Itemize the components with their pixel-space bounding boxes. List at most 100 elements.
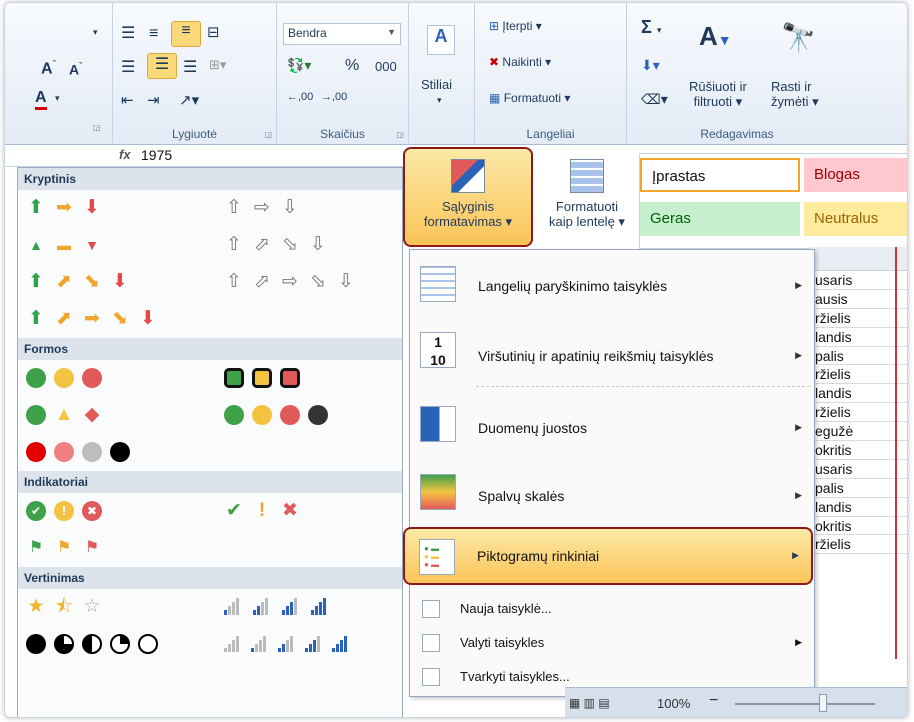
format-button[interactable]: ▦ Formatuoti ▾	[489, 91, 570, 105]
3-triangles[interactable]: ▲ ▬ ▼	[26, 235, 102, 255]
yellow-light-icon	[252, 368, 272, 388]
clear-icon[interactable]: ⌫▾	[641, 91, 668, 108]
table-row[interactable]: ržielis	[809, 403, 907, 423]
3-traffic-lights[interactable]	[26, 368, 102, 388]
align-middle-icon[interactable]: ≡	[149, 25, 158, 43]
menu-clear-rules[interactable]: Valyti taisykles ▶	[410, 630, 814, 656]
menu-data-bars[interactable]: Duomenų juostos ▶	[410, 400, 814, 456]
percent-button[interactable]: %	[345, 57, 359, 75]
menu-icon-sets[interactable]: ● ▬ ● ▬ ● ▬ Piktogramų rinkiniai ▶	[403, 527, 813, 585]
3-arrows-colored[interactable]: ⬆ ➡ ⬇	[26, 198, 102, 218]
conditional-formatting-icon	[451, 159, 485, 193]
3-arrows-gray[interactable]: ⇧ ⇨ ⇩	[224, 198, 300, 218]
table-row[interactable]: palis	[809, 347, 907, 366]
table-row[interactable]: okritis	[809, 441, 907, 460]
signal-1-icon	[224, 597, 239, 615]
format-as-table-button[interactable]: Formatuoti kaip lentelę ▾	[537, 153, 637, 245]
formula-bar[interactable]: fx 1975	[5, 145, 403, 167]
find-select-label-2: žymėti	[771, 94, 809, 109]
align-left-icon[interactable]: ☰	[121, 57, 135, 77]
launcher-icon[interactable]: ◲	[93, 123, 101, 132]
font-color-button[interactable]: A	[35, 89, 47, 110]
table-row[interactable]: landis	[809, 384, 907, 404]
table-row[interactable]: okritis	[809, 517, 907, 536]
column-header[interactable]	[809, 247, 907, 271]
find-select-button[interactable]: Rasti ir žymėti ▾	[771, 79, 819, 110]
align-center-icon[interactable]: ☰	[147, 53, 177, 79]
4-ratings[interactable]	[224, 597, 326, 615]
chevron-down-icon[interactable]: ▾	[93, 27, 98, 38]
style-normal[interactable]: Įprastas	[640, 158, 800, 192]
status-bar: ▦ ▥ ▤ 100% −	[565, 687, 907, 717]
fill-icon[interactable]: ⬇▾	[641, 57, 660, 74]
5-arrows-colored[interactable]: ⬆ ⬈ ➡ ⬊ ⬇	[26, 309, 158, 329]
chevron-right-icon: ▶	[795, 490, 802, 500]
number-group: Bendra ▼ 💱▾ % 000 ←,00 →,00 Skaičius ◲	[277, 3, 409, 143]
3-traffic-lights-rimmed[interactable]	[224, 368, 300, 388]
3-stars[interactable]: ★ ⯪ ☆	[26, 597, 102, 617]
wrap-text-icon[interactable]: ⊟	[207, 23, 220, 41]
styles-button[interactable]: Stiliai	[421, 77, 452, 92]
5-quarters[interactable]	[26, 634, 158, 654]
red-to-black[interactable]	[26, 442, 130, 462]
decrease-indent-icon[interactable]: ⇤	[121, 91, 134, 109]
orientation-icon[interactable]: ↗▾	[179, 91, 199, 109]
shrink-font-button[interactable]: Aˇ	[69, 61, 82, 78]
delete-button[interactable]: ✖ Naikinti ▾	[489, 55, 551, 69]
increase-indent-icon[interactable]: ⇥	[147, 91, 160, 109]
increase-decimal-button[interactable]: ←,00	[287, 91, 313, 103]
icon-set-row: ▲ ▬ ▼ ⇧ ⬀ ⬂ ⇩	[18, 227, 402, 264]
red-circle-icon	[280, 405, 300, 425]
align-top-icon[interactable]: ☰	[121, 23, 135, 43]
merge-icon[interactable]: ⊞▾	[209, 57, 226, 73]
sort-filter-button[interactable]: Rūšiuoti ir filtruoti ▾	[689, 79, 747, 110]
zoom-slider[interactable]	[735, 703, 875, 705]
comma-button[interactable]: 000	[375, 59, 397, 74]
align-right-icon[interactable]: ☰	[183, 57, 197, 77]
menu-new-rule[interactable]: Nauja taisyklė...	[410, 596, 814, 622]
4-arrows-colored[interactable]: ⬆ ⬈ ⬊ ⬇	[26, 272, 130, 292]
insert-button[interactable]: ⊞ Įterpti ▾	[489, 19, 542, 33]
table-row[interactable]: ausis	[809, 290, 907, 309]
table-row[interactable]: usaris	[809, 460, 907, 479]
table-row[interactable]: ržielis	[809, 309, 907, 328]
view-buttons[interactable]: ▦ ▥ ▤	[569, 696, 610, 710]
menu-highlight-rules[interactable]: Langelių paryškinimo taisyklės ▶	[410, 262, 814, 310]
zoom-slider-knob[interactable]	[819, 694, 827, 712]
menu-color-scales[interactable]: Spalvų skalės ▶	[410, 468, 814, 524]
table-row[interactable]: landis	[809, 498, 907, 517]
table-row[interactable]: ržielis	[809, 365, 907, 385]
number-format-combo[interactable]: Bendra ▼	[283, 23, 401, 45]
4-arrows-gray[interactable]: ⇧ ⬀ ⬂ ⇩	[224, 235, 328, 255]
table-row[interactable]: palis	[809, 479, 907, 498]
5-ratings[interactable]	[224, 634, 347, 652]
3-flags[interactable]: ⚑ ⚑ ⚑	[26, 538, 102, 558]
5-arrows-gray[interactable]: ⇧ ⬀ ⇨ ⬂ ⇩	[224, 272, 356, 292]
3-signs[interactable]: ▲ ◆	[26, 405, 102, 425]
4-traffic-lights[interactable]	[224, 405, 328, 425]
style-bad[interactable]: Blogas	[804, 158, 907, 192]
zoom-level[interactable]: 100%	[657, 696, 690, 711]
table-row[interactable]: landis	[809, 328, 907, 347]
half-star-icon: ⯪	[55, 596, 73, 617]
table-row[interactable]: ržielis	[809, 535, 907, 555]
table-row[interactable]: usaris	[809, 271, 907, 290]
decrease-decimal-button[interactable]: →,00	[321, 91, 347, 103]
style-neutral[interactable]: Neutralus	[804, 202, 907, 236]
chevron-down-icon[interactable]: ▾	[55, 93, 60, 104]
launcher-icon[interactable]: ◲	[396, 130, 404, 139]
3-symbols-circled[interactable]: ✔ ! ✖	[26, 501, 102, 521]
align-bottom-icon[interactable]: ≡	[171, 21, 201, 47]
3-symbols[interactable]: ✔ ! ✖	[224, 501, 300, 521]
fx-icon[interactable]: fx	[119, 147, 131, 162]
launcher-icon[interactable]: ◲	[264, 130, 272, 139]
chevron-down-icon[interactable]: ▾	[437, 95, 442, 106]
currency-icon[interactable]: 💱▾	[287, 57, 311, 74]
table-row[interactable]: egužė	[809, 422, 907, 442]
autosum-button[interactable]: Σ ▾	[641, 17, 661, 38]
conditional-formatting-button[interactable]: Sąlyginis formatavimas ▾	[403, 147, 533, 247]
zoom-out-button[interactable]: −	[709, 692, 718, 710]
style-good[interactable]: Geras	[640, 202, 800, 236]
grow-font-button[interactable]: Aˆ	[41, 59, 56, 78]
menu-top-bottom-rules[interactable]: 1 10 Viršutinių ir apatinių reikšmių tais…	[410, 326, 814, 382]
